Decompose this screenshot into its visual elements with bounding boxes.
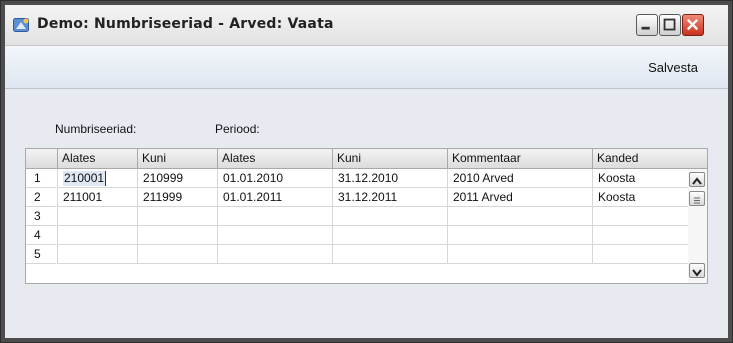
row-number: 2 <box>26 188 56 207</box>
table-cell[interactable]: 31.12.2010 <box>332 169 447 188</box>
table-cell[interactable] <box>57 207 137 226</box>
table-cell[interactable] <box>57 226 137 245</box>
table-cell[interactable] <box>57 245 137 264</box>
table-cell[interactable]: Koosta <box>592 188 688 207</box>
selected-text[interactable]: 210001 <box>63 171 107 186</box>
table-cell[interactable] <box>217 226 332 245</box>
scroll-thumb[interactable] <box>689 191 705 206</box>
column-header[interactable]: Alates <box>57 149 137 168</box>
table-cell[interactable]: 31.12.2011 <box>332 188 447 207</box>
table-cell[interactable]: 211999 <box>137 188 217 207</box>
close-icon <box>687 19 698 30</box>
column-header[interactable]: Kanded <box>592 149 707 168</box>
table-cell[interactable]: 01.01.2010 <box>217 169 332 188</box>
maximize-icon <box>663 18 676 31</box>
row-number-header <box>26 149 57 168</box>
row-number: 1 <box>26 169 56 188</box>
table-cell[interactable]: 2011 Arved <box>447 188 592 207</box>
period-label: Periood: <box>215 122 260 136</box>
table-cell[interactable] <box>447 207 592 226</box>
save-button[interactable]: Salvesta <box>648 60 698 75</box>
table-cell[interactable] <box>217 245 332 264</box>
row-number: 5 <box>26 245 56 264</box>
chevron-up-icon <box>692 177 702 185</box>
window-title: Demo: Numbriseeriad - Arved: Vaata <box>37 16 334 32</box>
row-number: 4 <box>26 226 56 245</box>
client-area: Salvesta Numbriseeriad: Periood: Alates … <box>5 46 728 338</box>
column-header[interactable]: Kuni <box>137 149 217 168</box>
title-bar[interactable]: Demo: Numbriseeriad - Arved: Vaata <box>5 5 728 46</box>
app-icon <box>13 18 29 32</box>
table-cell[interactable]: Koosta <box>592 169 688 188</box>
column-header[interactable]: Kuni <box>332 149 447 168</box>
table-cell[interactable] <box>592 207 688 226</box>
table-cell[interactable]: 211001 <box>57 188 137 207</box>
scroll-thumb-icon <box>694 197 700 204</box>
table-cell[interactable] <box>332 226 447 245</box>
minimize-icon <box>641 26 650 30</box>
table-cell[interactable] <box>592 245 688 264</box>
table-cell[interactable]: 01.01.2011 <box>217 188 332 207</box>
table-cell[interactable]: 210999 <box>137 169 217 188</box>
column-header[interactable]: Alates <box>217 149 332 168</box>
row-number: 3 <box>26 207 56 226</box>
table-cell[interactable] <box>592 226 688 245</box>
table-cell[interactable]: 2010 Arved <box>447 169 592 188</box>
vertical-scrollbar[interactable] <box>688 169 707 283</box>
table-cell[interactable] <box>447 226 592 245</box>
series-label: Numbriseeriad: <box>55 122 137 136</box>
table-cell[interactable] <box>137 226 217 245</box>
maximize-button[interactable] <box>659 14 681 36</box>
chevron-down-icon <box>692 269 702 277</box>
close-button[interactable] <box>682 14 704 36</box>
table-cell[interactable] <box>137 245 217 264</box>
column-header[interactable]: Kommentaar <box>447 149 592 168</box>
table-cell[interactable] <box>332 245 447 264</box>
toolbar: Salvesta <box>5 46 728 89</box>
series-table: Alates Kuni Alates Kuni Kommentaar Kande… <box>25 148 708 284</box>
scroll-up-button[interactable] <box>689 172 705 187</box>
table-cell[interactable] <box>217 207 332 226</box>
table-header: Alates Kuni Alates Kuni Kommentaar Kande… <box>26 149 707 169</box>
table-cell[interactable] <box>447 245 592 264</box>
minimize-button[interactable] <box>636 14 658 36</box>
table-cell[interactable] <box>332 207 447 226</box>
scroll-down-button[interactable] <box>689 263 705 278</box>
table-cell[interactable] <box>137 207 217 226</box>
app-window: Demo: Numbriseeriad - Arved: Vaata Salve… <box>0 0 733 343</box>
table-cell[interactable]: 210001 <box>57 169 137 188</box>
